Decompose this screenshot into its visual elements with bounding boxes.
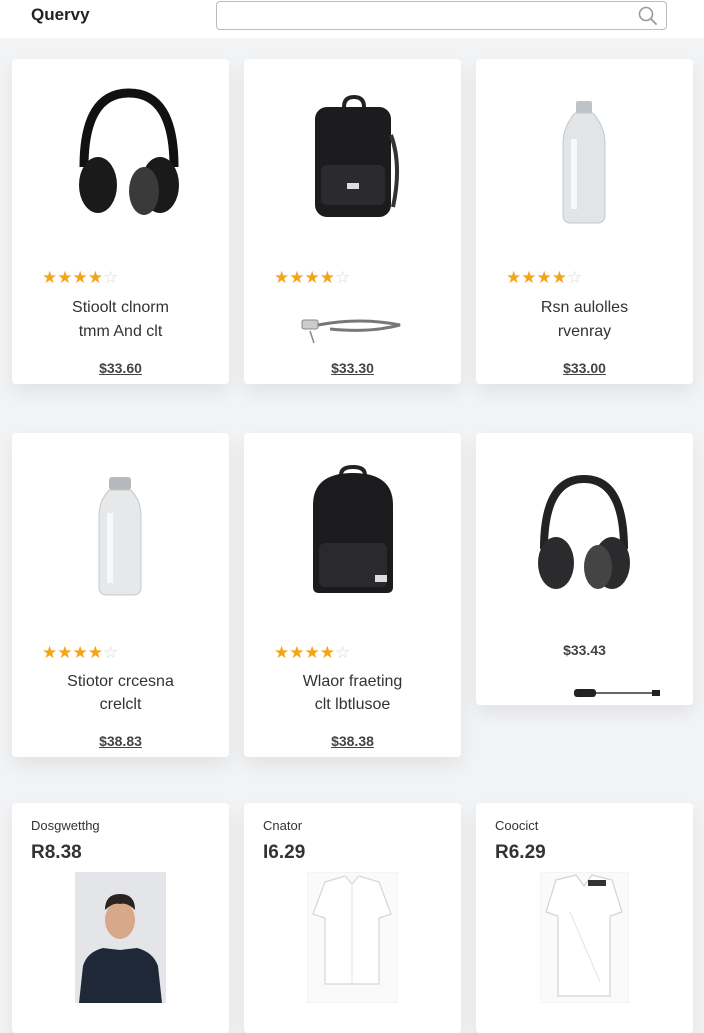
product-title-line[interactable]: Wlaor fraeting — [244, 670, 461, 694]
star-icon: ★★★★ — [274, 268, 335, 287]
product-price: $38.83 — [99, 733, 142, 749]
rating-stars: ★★★★☆ — [274, 643, 350, 663]
star-icon: ★★★★ — [42, 268, 103, 287]
apparel-price: I6.29 — [263, 842, 306, 863]
star-icon: ★★★★ — [506, 268, 567, 287]
backpack-image — [313, 465, 393, 593]
product-title-line[interactable]: rvenray — [476, 320, 693, 344]
white-shirt-image — [540, 872, 629, 1003]
apparel-card[interactable]: Coocict R6.29 — [476, 803, 693, 1033]
star-icon: ★★★★ — [42, 643, 103, 662]
rating-stars: ★★★★☆ — [506, 268, 582, 288]
product-card[interactable]: ★★★★☆ Stiotor crcesna crelclt $38.83 — [12, 433, 229, 757]
star-empty-icon: ☆ — [102, 643, 119, 662]
star-empty-icon: ☆ — [566, 268, 583, 287]
white-shirt-image — [307, 872, 398, 1003]
product-title-line[interactable]: Stioolt clnorm — [12, 296, 229, 320]
product-title-line[interactable]: clt lbtlusoe — [244, 693, 461, 717]
apparel-price: R6.29 — [495, 842, 546, 863]
star-empty-icon: ☆ — [334, 268, 351, 287]
brand-logo[interactable]: Quervy — [31, 5, 90, 25]
rating-stars: ★★★★☆ — [42, 643, 118, 663]
product-price: $38.38 — [331, 733, 374, 749]
headphones-image — [538, 474, 630, 589]
product-title-line[interactable]: Rsn aulolles — [476, 296, 693, 320]
cable-image — [301, 319, 401, 344]
search-input[interactable] — [225, 3, 629, 29]
product-title-line[interactable]: Stiotor crcesna — [12, 670, 229, 694]
product-card[interactable]: ★★★★☆ Rsn aulolles rvenray $33.00 — [476, 59, 693, 384]
product-card[interactable]: ★★★★☆ Wlaor fraeting clt lbtlusoe $38.38 — [244, 433, 461, 757]
star-empty-icon: ☆ — [102, 268, 119, 287]
product-card[interactable]: ★★★★☆ Stioolt clnorm tmm And clt $33.60 — [12, 59, 229, 384]
apparel-price: R8.38 — [31, 842, 82, 863]
headphones-image — [79, 88, 179, 215]
search-bar[interactable] — [216, 1, 667, 30]
star-empty-icon: ☆ — [334, 643, 351, 662]
product-card[interactable]: $33.43 — [476, 433, 693, 705]
product-price: $33.00 — [563, 360, 606, 376]
bottle-image — [98, 477, 142, 596]
cable-image — [574, 689, 660, 697]
apparel-card[interactable]: Cnator I6.29 — [244, 803, 461, 1033]
search-icon[interactable] — [637, 5, 659, 27]
apparel-card[interactable]: Dosgwetthg R8.38 — [12, 803, 229, 1033]
apparel-label[interactable]: Coocict — [495, 818, 538, 833]
apparel-label[interactable]: Dosgwetthg — [31, 818, 100, 833]
product-card[interactable]: ★★★★☆ $33.30 — [244, 59, 461, 384]
product-title-line[interactable]: tmm And clt — [12, 320, 229, 344]
man-in-tshirt-image — [75, 872, 166, 1003]
product-title-line[interactable]: crelclt — [12, 693, 229, 717]
header: Quervy — [0, 0, 704, 38]
star-icon: ★★★★ — [274, 643, 335, 662]
rating-stars: ★★★★☆ — [274, 268, 350, 288]
apparel-label[interactable]: Cnator — [263, 818, 302, 833]
product-price: $33.60 — [99, 360, 142, 376]
product-price: $33.43 — [563, 642, 606, 658]
rating-stars: ★★★★☆ — [42, 268, 118, 288]
product-price: $33.30 — [331, 360, 374, 376]
bottle-image — [562, 101, 606, 224]
backpack-image — [315, 95, 400, 217]
